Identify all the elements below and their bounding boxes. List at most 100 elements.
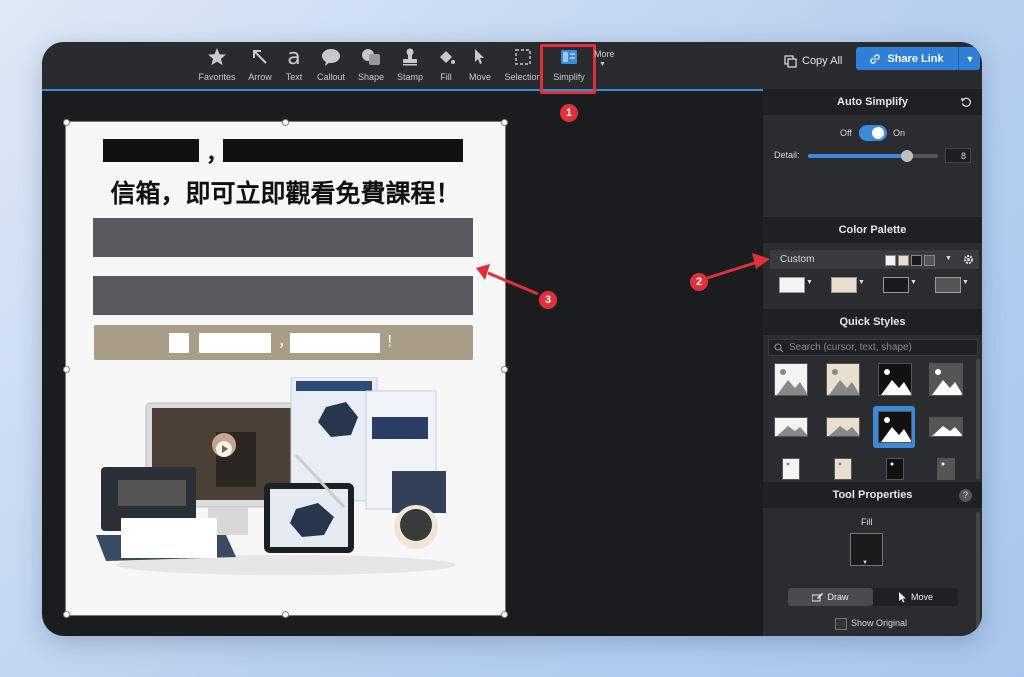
quick-styles-search[interactable]: Search (cursor, text, shape) <box>768 339 978 356</box>
page-headline: 信箱，即可立即觀看免費課程！ <box>110 179 461 208</box>
reset-icon[interactable] <box>960 96 972 108</box>
arrow-tool[interactable]: Arrow <box>246 46 274 86</box>
draw-icon <box>812 593 824 602</box>
resize-handle[interactable] <box>282 611 289 618</box>
toggle-off-label: Off <box>840 128 852 138</box>
style-thumbnail[interactable] <box>878 363 912 396</box>
color-swatch-button[interactable]: ▼ <box>935 277 969 293</box>
simplify-highlight-box <box>540 44 596 94</box>
show-original-label: Show Original <box>851 618 908 628</box>
style-thumbnail[interactable] <box>826 417 860 437</box>
palette-swatch <box>885 255 896 266</box>
style-thumbnail-selected[interactable] <box>878 411 912 443</box>
redaction-block <box>223 139 463 162</box>
tool-label: Fill <box>440 72 452 82</box>
move-tool[interactable]: Move <box>466 46 494 86</box>
fill-label: Fill <box>861 517 873 527</box>
resize-handle[interactable] <box>501 611 508 618</box>
more-label[interactable]: More <box>594 49 615 59</box>
share-dropdown-icon[interactable]: ▼ <box>958 47 981 70</box>
style-thumbnail[interactable] <box>886 458 904 480</box>
draw-mode-button[interactable]: Draw <box>788 588 873 606</box>
annotation-badge-1: 1 <box>560 104 578 122</box>
tool-properties-scrollbar[interactable] <box>976 512 980 632</box>
chevron-down-icon[interactable]: ▼ <box>945 255 952 262</box>
selection-icon <box>515 49 531 65</box>
callout-icon <box>322 49 340 66</box>
color-palette-header: Color Palette <box>763 217 982 243</box>
text-icon: a <box>287 44 301 70</box>
stamp-tool[interactable]: Stamp <box>394 46 426 86</box>
toggle-on-label: On <box>893 128 906 138</box>
style-thumbnail[interactable] <box>937 458 955 480</box>
fill-tool[interactable]: Fill <box>435 46 457 86</box>
callout-tool[interactable]: Callout <box>314 46 348 86</box>
resize-handle[interactable] <box>501 366 508 373</box>
copy-icon <box>784 54 797 68</box>
copy-all-button[interactable]: Copy All <box>784 51 842 71</box>
search-icon <box>774 342 784 352</box>
quick-styles-scrollbar[interactable] <box>976 359 980 479</box>
chevron-down-icon[interactable]: ▼ <box>862 560 868 566</box>
style-thumbnail[interactable] <box>774 363 808 396</box>
color-swatch-button[interactable]: ▼ <box>779 277 813 293</box>
shape-tool[interactable]: Shape <box>355 46 387 86</box>
style-thumbnail[interactable] <box>774 417 808 437</box>
tool-label: Selection <box>504 72 542 82</box>
redaction-block <box>103 139 199 162</box>
slider-thumb[interactable] <box>901 150 913 162</box>
resize-handle[interactable] <box>282 119 289 126</box>
selection-tool[interactable]: Selection <box>502 46 544 86</box>
style-thumbnail[interactable] <box>834 458 852 480</box>
color-swatch-button[interactable]: ▼ <box>831 277 865 293</box>
detail-slider[interactable] <box>808 150 938 162</box>
properties-panel: Auto Simplify Off On Detail: 8 Color Pal… <box>763 89 982 636</box>
resize-handle[interactable] <box>63 366 70 373</box>
palette-preset-select[interactable]: Custom ▼ <box>770 250 979 269</box>
auto-simplify-title: Auto Simplify <box>837 96 908 108</box>
style-thumbnail[interactable] <box>929 363 963 396</box>
palette-swatch <box>898 255 909 266</box>
share-link-button[interactable]: Share Link ▼ <box>856 47 980 70</box>
auto-simplify-toggle[interactable] <box>859 125 887 141</box>
annotation-badge-2: 2 <box>690 273 708 291</box>
palette-swatch <box>924 255 935 266</box>
move-mode-button[interactable]: Move <box>873 588 958 606</box>
color-swatch-button[interactable]: ▼ <box>883 277 917 293</box>
style-thumbnail[interactable] <box>782 458 800 480</box>
favorites-tool[interactable]: Favorites <box>197 46 237 86</box>
help-icon[interactable]: ? <box>959 489 972 502</box>
detail-value-field[interactable]: 8 <box>945 148 971 163</box>
link-icon <box>870 53 881 64</box>
tool-label: Arrow <box>248 72 272 82</box>
quick-styles-header: Quick Styles <box>763 309 982 335</box>
draw-move-toggle[interactable]: Draw Move <box>788 588 958 606</box>
gear-icon[interactable] <box>963 254 974 265</box>
style-thumbnail[interactable] <box>929 417 963 437</box>
tool-label: Favorites <box>198 72 236 82</box>
chevron-down-icon[interactable]: ▼ <box>599 61 606 68</box>
resize-handle[interactable] <box>63 611 70 618</box>
text-tool[interactable]: a Text <box>282 44 306 86</box>
product-mockup-image <box>96 377 456 575</box>
style-thumbnail[interactable] <box>826 363 860 396</box>
palette-swatch <box>911 255 922 266</box>
move-label: Move <box>910 592 933 602</box>
form-field-simplified <box>93 276 473 315</box>
resize-handle[interactable] <box>501 119 508 126</box>
share-link-label: Share Link <box>887 52 944 65</box>
detail-label: Detail: <box>774 150 800 160</box>
star-icon <box>208 48 226 66</box>
form-field-simplified <box>93 218 473 257</box>
move-icon <box>475 49 484 64</box>
cta-exclaim: ！ <box>386 332 402 350</box>
show-original-checkbox[interactable] <box>835 618 847 630</box>
cursor-icon <box>898 591 906 602</box>
canvas-document[interactable]: ， 信箱，即可立即觀看免費課程！ ， ！ <box>63 119 508 618</box>
cta-button-simplified: ， ！ <box>94 325 473 360</box>
resize-handle[interactable] <box>63 119 70 126</box>
tool-label: Move <box>468 72 491 82</box>
tool-properties-header: Tool Properties <box>763 482 982 508</box>
tool-label: Stamp <box>396 72 423 82</box>
palette-preset-label: Custom <box>780 254 815 265</box>
